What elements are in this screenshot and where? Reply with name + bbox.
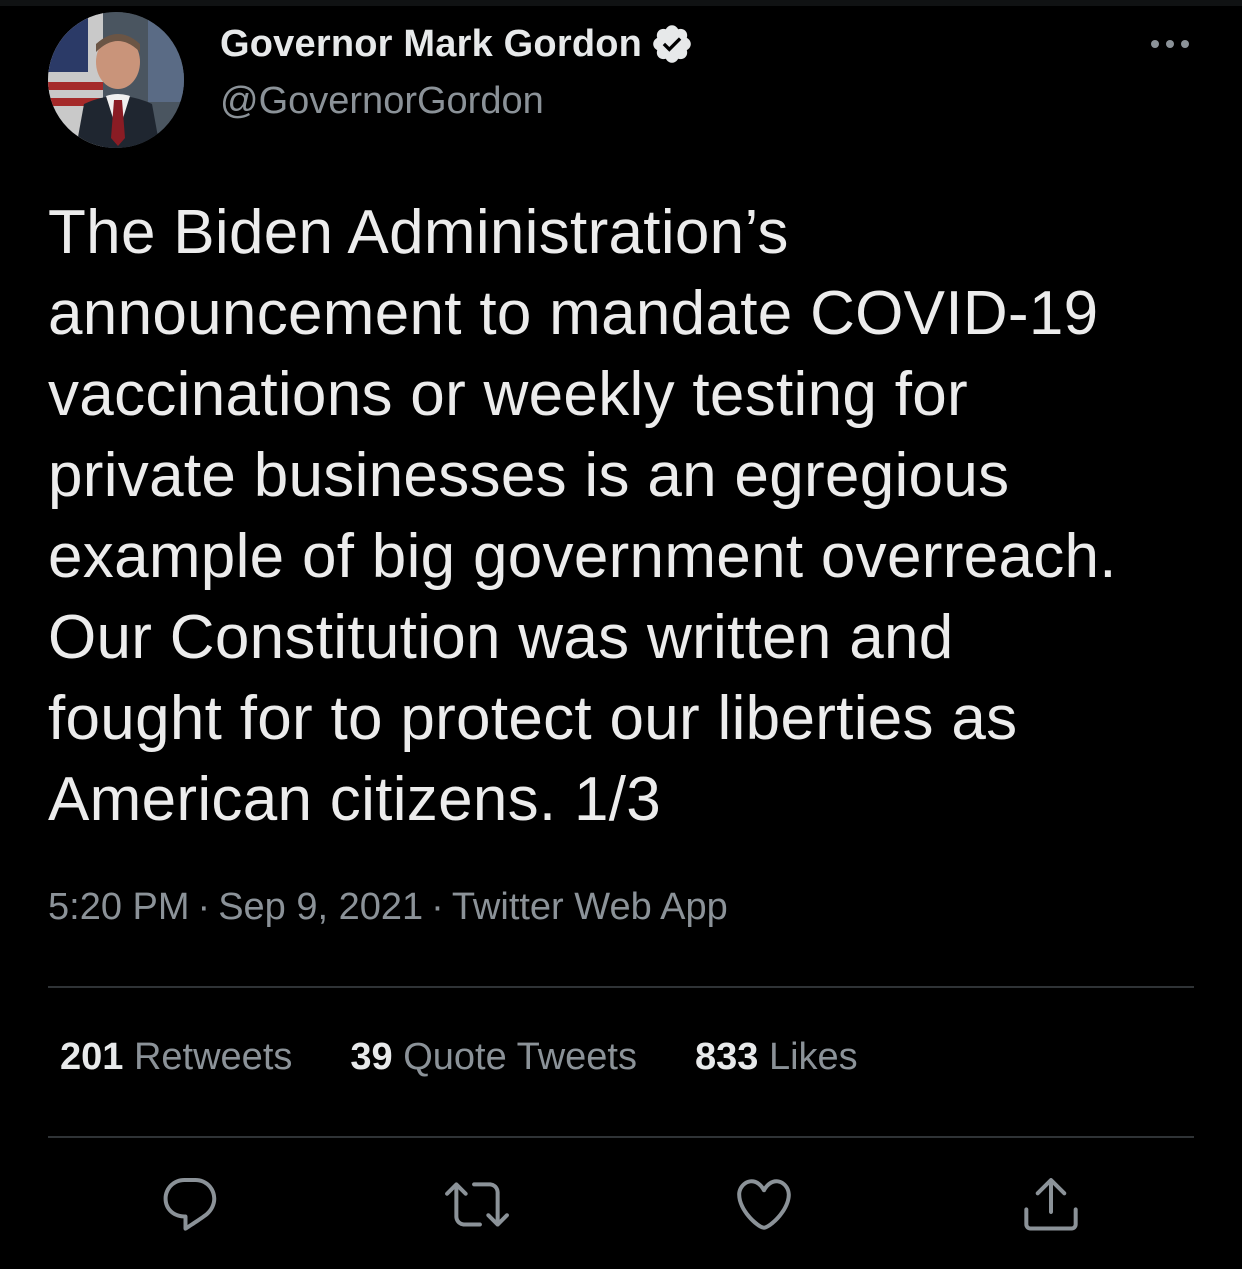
retweets-label: Retweets	[133, 1036, 293, 1078]
quote-tweets-count: 39	[350, 1036, 393, 1078]
likes-label: Likes	[768, 1036, 858, 1078]
author-name-row[interactable]: Governor Mark Gordon	[220, 22, 694, 66]
divider	[48, 986, 1194, 988]
retweet-button[interactable]	[445, 1172, 509, 1236]
quote-tweets-stat[interactable]: 39 Quote Tweets	[350, 1036, 637, 1079]
top-divider	[0, 0, 1242, 6]
share-button[interactable]	[1019, 1172, 1083, 1236]
retweets-count: 201	[60, 1036, 124, 1078]
heart-icon	[737, 1179, 791, 1230]
reply-button[interactable]	[158, 1172, 222, 1236]
reply-icon	[163, 1177, 217, 1231]
tweet-meta: 5:20 PM · Sep 9, 2021 · Twitter Web App	[48, 886, 728, 929]
meta-separator: ·	[431, 886, 444, 928]
likes-count: 833	[695, 1036, 759, 1078]
like-button[interactable]	[732, 1172, 796, 1236]
tweet-text: The Biden Administration’s announcement …	[48, 198, 1117, 834]
verified-badge-icon	[650, 22, 694, 66]
author-handle[interactable]: @GovernorGordon	[220, 80, 544, 123]
tweet-source[interactable]: Twitter Web App	[452, 886, 728, 928]
retweet-icon	[445, 1182, 509, 1227]
tweet-time[interactable]: 5:20 PM	[48, 886, 190, 928]
divider	[48, 1136, 1194, 1138]
share-icon	[1024, 1178, 1078, 1231]
tweet-stats: 201 Retweets 39 Quote Tweets 833 Likes	[60, 1036, 858, 1079]
avatar-image	[48, 12, 184, 148]
meta-separator: ·	[197, 886, 211, 928]
tweet-date[interactable]: Sep 9, 2021	[218, 886, 423, 928]
likes-stat[interactable]: 833 Likes	[695, 1036, 858, 1079]
quote-tweets-label: Quote Tweets	[403, 1036, 637, 1078]
retweets-stat[interactable]: 201 Retweets	[60, 1036, 292, 1079]
avatar[interactable]	[48, 12, 184, 148]
more-dots-icon[interactable]	[1142, 30, 1198, 58]
author-display-name[interactable]: Governor Mark Gordon	[220, 23, 642, 66]
